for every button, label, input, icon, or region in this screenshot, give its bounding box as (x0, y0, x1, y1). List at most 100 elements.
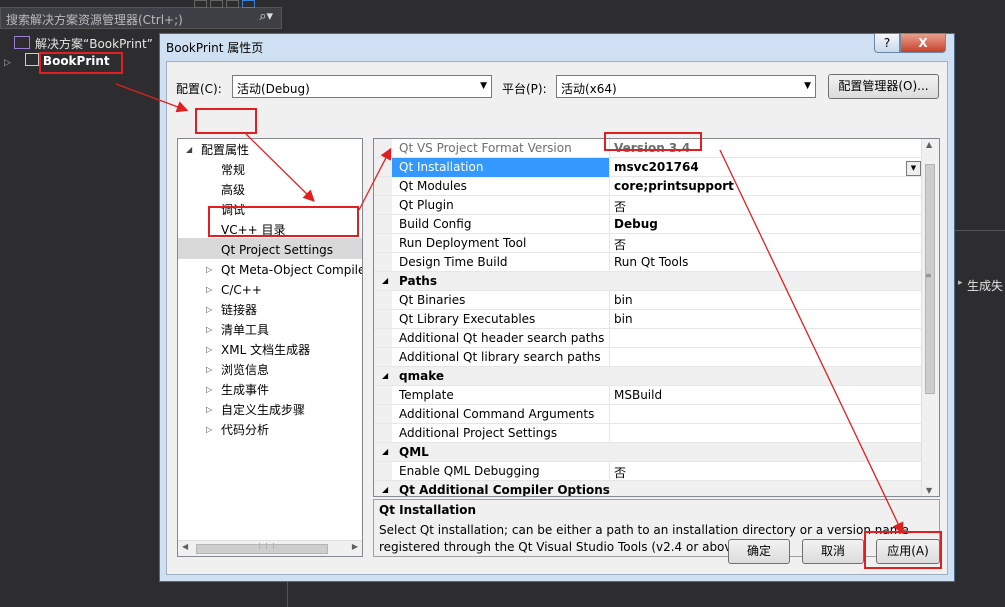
expand-arrow-icon[interactable]: ▷ (206, 340, 212, 360)
tree-node-label: 自定义生成步骤 (221, 403, 306, 417)
property-value[interactable]: 否 (614, 236, 626, 253)
grid-category-row[interactable]: ◢ Qt Additional Compiler Options (374, 481, 922, 496)
ok-button[interactable]: 确定 (728, 539, 790, 564)
panel-divider (287, 580, 288, 607)
grid-property-row[interactable]: Design Time Build Run Qt Tools (374, 253, 922, 272)
property-value[interactable]: core;printsupport (614, 179, 734, 193)
property-name: Qt Installation (399, 160, 484, 174)
annotation-box-qt-installation (604, 132, 702, 151)
tree-node-label: Qt Project Settings (221, 243, 334, 257)
property-name: Enable QML Debugging (399, 464, 540, 478)
cancel-button[interactable]: 取消 (802, 539, 864, 564)
grid-property-row[interactable]: Qt Binaries bin (374, 291, 922, 310)
property-name: Design Time Build (399, 255, 508, 269)
tree-node-label: 常规 (221, 163, 246, 177)
config-value: 活动(Debug) (237, 82, 310, 96)
column-divider (609, 405, 610, 424)
tree-node-label: C/C++ (221, 283, 262, 297)
grid-property-row[interactable]: Qt Installation msvc201764 ▼ (374, 158, 922, 177)
dialog-client-area: 配置(C): 活动(Debug) ▼ 平台(P): 活动(x64) ▼ 配置管理… (166, 61, 948, 575)
grid-category-row[interactable]: ◢ Paths (374, 272, 922, 291)
column-divider (609, 424, 610, 443)
grip-icon: ⋮⋮⋮ (256, 542, 277, 550)
toolbar-button[interactable] (242, 0, 255, 8)
property-tree[interactable]: ◢ 配置属性 常规 高级 调试 VC++ 目录 Qt Project Settings ▷ Qt… (177, 138, 363, 557)
expand-arrow-icon[interactable]: ▷ (4, 58, 11, 68)
tree-node-label: 高级 (221, 183, 246, 197)
grid-property-row[interactable]: Qt Plugin 否 (374, 196, 922, 215)
tree-horizontal-scrollbar[interactable]: ◀ ⋮⋮⋮ ▶ (178, 540, 362, 556)
grid-property-row[interactable]: Enable QML Debugging 否 (374, 462, 922, 481)
expand-arrow-icon[interactable]: ▷ (206, 260, 212, 280)
search-input[interactable]: 搜索解决方案资源管理器(Ctrl+;) (6, 11, 183, 28)
close-button[interactable]: X (900, 33, 946, 53)
toolbar-button[interactable] (210, 0, 223, 8)
column-divider (609, 348, 610, 367)
property-value[interactable]: bin (614, 312, 633, 326)
grid-property-row[interactable]: Additional Qt library search paths (374, 348, 922, 367)
collapse-arrow-icon[interactable]: ◢ (382, 447, 388, 456)
annotation-box-apply (864, 531, 942, 569)
grid-vertical-scrollbar[interactable]: ▲ ≡ ▼ (921, 139, 939, 496)
property-value[interactable]: bin (614, 293, 633, 307)
solution-explorer-search[interactable]: 搜索解决方案资源管理器(Ctrl+;) ⌕▾ (0, 7, 282, 29)
expand-arrow-icon[interactable]: ▷ (206, 380, 212, 400)
expand-arrow-icon[interactable]: ▷ (206, 300, 212, 320)
category-name: QML (399, 445, 429, 459)
property-name: Run Deployment Tool (399, 236, 527, 250)
expand-arrow-icon[interactable]: ▷ (206, 320, 212, 340)
solution-node[interactable]: 解决方案“BookPrint” (14, 35, 174, 53)
config-manager-button[interactable]: 配置管理器(O)... (828, 74, 939, 99)
grid-property-row[interactable]: Template MSBuild (374, 386, 922, 405)
property-name: Template (399, 388, 454, 402)
chevron-down-icon: ▼ (804, 81, 811, 91)
platform-select[interactable]: 活动(x64) ▼ (556, 75, 816, 98)
help-button[interactable]: ? (874, 33, 900, 53)
expand-arrow-icon[interactable]: ▷ (206, 280, 212, 300)
grid-category-row[interactable]: ◢ qmake (374, 367, 922, 386)
grid-property-row[interactable]: Qt Modules core;printsupport (374, 177, 922, 196)
tree-node-label: XML 文档生成器 (221, 343, 311, 357)
config-select[interactable]: 活动(Debug) ▼ (232, 75, 492, 98)
collapse-arrow-icon[interactable]: ◢ (382, 371, 388, 380)
property-grid[interactable]: Qt VS Project Format Version Version 3.4 Q… (373, 138, 940, 497)
dialog-titlebar[interactable]: BookPrint 属性页 ? X (160, 33, 954, 60)
expand-arrow-icon[interactable]: ▷ (206, 420, 212, 440)
collapse-arrow-icon[interactable]: ◢ (382, 276, 388, 285)
grid-property-row[interactable]: Run Deployment Tool 否 (374, 234, 922, 253)
grid-property-row[interactable]: Additional Qt header search paths (374, 329, 922, 348)
grid-category-row[interactable]: ◢ QML (374, 443, 922, 462)
property-value[interactable]: msvc201764 (614, 160, 699, 174)
property-value[interactable]: Run Qt Tools (614, 255, 688, 269)
property-value[interactable]: 否 (614, 198, 626, 215)
collapse-arrow-icon[interactable]: ◢ (186, 140, 192, 160)
property-value[interactable]: 否 (614, 464, 626, 481)
grid-property-row[interactable]: Additional Project Settings (374, 424, 922, 443)
scroll-left-icon[interactable]: ◀ (182, 542, 188, 551)
project-icon (24, 53, 39, 66)
platform-value: 活动(x64) (561, 82, 617, 96)
toolbar-button[interactable] (226, 0, 239, 8)
grid-property-row[interactable]: Qt Library Executables bin (374, 310, 922, 329)
toolbar-button[interactable] (194, 0, 207, 8)
chevron-down-icon: ▼ (480, 81, 487, 91)
output-text: 生成失 (967, 279, 1004, 293)
column-divider (609, 310, 610, 329)
column-divider (609, 462, 610, 481)
column-divider (609, 234, 610, 253)
grid-property-row[interactable]: Build Config Debug (374, 215, 922, 234)
property-value[interactable]: MSBuild (614, 388, 662, 402)
expand-arrow-icon[interactable]: ▷ (206, 360, 212, 380)
collapse-arrow-icon[interactable]: ◢ (382, 485, 388, 494)
scroll-up-icon[interactable]: ▲ (926, 140, 932, 149)
property-value[interactable]: Debug (614, 217, 658, 231)
scroll-right-icon[interactable]: ▶ (352, 542, 358, 551)
column-divider (609, 253, 610, 272)
expand-arrow-icon[interactable]: ▷ (206, 400, 212, 420)
scroll-down-icon[interactable]: ▼ (926, 486, 932, 495)
grid-property-row[interactable]: Additional Command Arguments (374, 405, 922, 424)
category-name: qmake (399, 369, 444, 383)
search-icon[interactable]: ⌕▾ (259, 9, 273, 24)
property-name: Qt Binaries (399, 293, 466, 307)
value-dropdown-button[interactable]: ▼ (906, 161, 921, 176)
